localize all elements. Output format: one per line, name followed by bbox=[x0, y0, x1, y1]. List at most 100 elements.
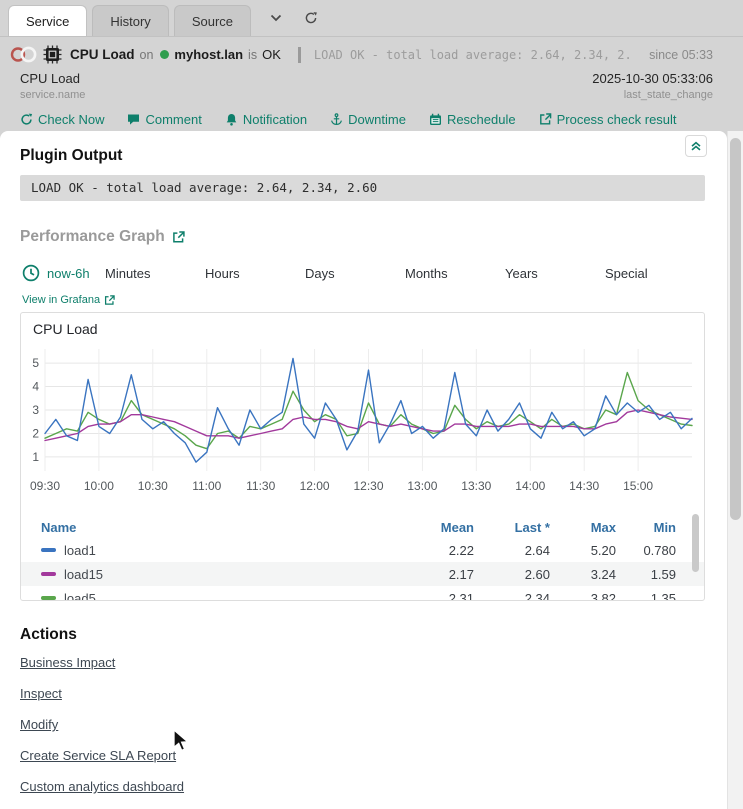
since-label: since 05:33 bbox=[649, 48, 713, 62]
action-toolbar: Check Now Comment Notification Downtime Resc… bbox=[0, 101, 743, 127]
host-name[interactable]: myhost.lan bbox=[174, 47, 243, 62]
timerange-menu-special[interactable]: Special bbox=[605, 266, 705, 281]
svg-text:10:30: 10:30 bbox=[138, 479, 168, 493]
inspect-link[interactable]: Inspect bbox=[20, 686, 62, 701]
cpu-load-chart[interactable]: 1234509:3010:0010:3011:0011:3012:0012:30… bbox=[21, 339, 704, 509]
svg-text:2: 2 bbox=[32, 427, 39, 441]
tabs: ServiceHistorySource bbox=[8, 5, 256, 36]
series-color-swatch bbox=[41, 548, 56, 552]
svg-text:5: 5 bbox=[32, 356, 39, 370]
legend-header-row: NameMeanLast *MaxMin bbox=[21, 516, 704, 538]
bell-icon bbox=[225, 113, 238, 126]
timerange-picker[interactable]: now-6h bbox=[22, 264, 105, 282]
legend-header-last[interactable]: Last * bbox=[474, 520, 550, 535]
tab-service[interactable]: Service bbox=[8, 5, 87, 36]
view-in-grafana-link[interactable]: View in Grafana bbox=[22, 294, 727, 306]
svg-text:13:30: 13:30 bbox=[461, 479, 491, 493]
anchor-icon bbox=[330, 113, 343, 126]
state-rings-icon[interactable] bbox=[10, 45, 38, 64]
custom-analytics-dashboard-link[interactable]: Custom analytics dashboard bbox=[20, 779, 184, 794]
legend-header-min[interactable]: Min bbox=[616, 520, 676, 535]
legend-scrollbar-thumb[interactable] bbox=[692, 514, 699, 572]
svg-text:15:00: 15:00 bbox=[623, 479, 653, 493]
series-name: load1 bbox=[64, 543, 96, 558]
series-color-swatch bbox=[41, 596, 56, 600]
timerange-menu-months[interactable]: Months bbox=[405, 266, 505, 281]
tab-source[interactable]: Source bbox=[174, 5, 251, 36]
process-check-result-action[interactable]: Process check result bbox=[539, 112, 677, 127]
last-state-change-label: last_state_change bbox=[592, 89, 713, 101]
cpu-load-graph-panel: CPU Load 1234509:3010:0010:3011:0011:301… bbox=[20, 312, 705, 601]
chevron-down-icon[interactable] bbox=[270, 14, 282, 22]
timerange-menu-hours[interactable]: Hours bbox=[205, 266, 305, 281]
service-status-row: CPU Load on myhost.lan is OK LOAD OK - t… bbox=[0, 37, 743, 64]
timerange-menu-years[interactable]: Years bbox=[505, 266, 605, 281]
clock-icon bbox=[22, 264, 40, 282]
timerange-menu-minutes[interactable]: Minutes bbox=[105, 266, 205, 281]
legend-row-load5[interactable]: load52.312.343.821.35 bbox=[21, 586, 704, 600]
action-label: Check Now bbox=[38, 112, 104, 127]
legend-header-max[interactable]: Max bbox=[550, 520, 616, 535]
series-last: 2.64 bbox=[474, 543, 550, 558]
tab-history[interactable]: History bbox=[92, 5, 168, 36]
timerange-menu-days[interactable]: Days bbox=[305, 266, 405, 281]
series-min: 1.35 bbox=[616, 591, 676, 601]
calendar-icon bbox=[429, 113, 442, 126]
timerange-value[interactable]: now-6h bbox=[47, 266, 90, 281]
svg-text:11:00: 11:00 bbox=[192, 479, 221, 493]
tab-bar: ServiceHistorySource bbox=[0, 0, 743, 37]
comment-icon bbox=[127, 113, 140, 126]
service-header: CPU Load on myhost.lan is OK LOAD OK - t… bbox=[0, 37, 743, 131]
meta-subtitle: service.name bbox=[20, 89, 85, 101]
state-text: OK bbox=[262, 47, 281, 62]
svg-text:14:00: 14:00 bbox=[515, 479, 545, 493]
series-mean: 2.22 bbox=[404, 543, 474, 558]
host-status-dot bbox=[160, 50, 169, 59]
external-link-icon[interactable] bbox=[172, 231, 185, 244]
business-impact-link[interactable]: Business Impact bbox=[20, 655, 115, 670]
page-scrollbar-track[interactable] bbox=[727, 131, 743, 809]
action-label: Reschedule bbox=[447, 112, 516, 127]
check-now-action[interactable]: Check Now bbox=[20, 112, 104, 127]
legend-row-load1[interactable]: load12.222.645.200.780 bbox=[21, 538, 704, 562]
graph-legend: NameMeanLast *MaxMinload12.222.645.200.7… bbox=[21, 516, 704, 600]
series-last: 2.60 bbox=[474, 567, 550, 582]
action-label: Downtime bbox=[348, 112, 406, 127]
reload-page-icon[interactable] bbox=[304, 11, 318, 25]
action-label: Process check result bbox=[557, 112, 677, 127]
svg-text:11:30: 11:30 bbox=[246, 479, 275, 493]
action-label: Notification bbox=[243, 112, 307, 127]
series-last: 2.34 bbox=[474, 591, 550, 601]
legend-header-name[interactable]: Name bbox=[41, 520, 404, 535]
collapse-panel-button[interactable] bbox=[685, 135, 707, 157]
modify-link[interactable]: Modify bbox=[20, 717, 58, 732]
series-max: 3.24 bbox=[550, 567, 616, 582]
page-scrollbar-thumb[interactable] bbox=[730, 138, 741, 520]
svg-text:3: 3 bbox=[32, 403, 39, 417]
plugin-output-inline: LOAD OK - total load average: 2.64, 2.34… bbox=[314, 48, 632, 62]
legend-scrollbar[interactable] bbox=[692, 514, 699, 594]
create-service-sla-report-link[interactable]: Create Service SLA Report bbox=[20, 748, 176, 763]
downtime-action[interactable]: Downtime bbox=[330, 112, 406, 127]
svg-text:12:30: 12:30 bbox=[353, 479, 383, 493]
notification-action[interactable]: Notification bbox=[225, 112, 307, 127]
svg-text:12:00: 12:00 bbox=[300, 479, 330, 493]
view-in-grafana-label: View in Grafana bbox=[22, 294, 100, 306]
svg-text:09:30: 09:30 bbox=[30, 479, 60, 493]
graph-title: CPU Load bbox=[33, 321, 704, 337]
service-name: CPU Load bbox=[70, 47, 135, 62]
series-min: 0.780 bbox=[616, 543, 676, 558]
legend-header-mean[interactable]: Mean bbox=[404, 520, 474, 535]
svg-text:14:30: 14:30 bbox=[569, 479, 599, 493]
performance-graph-heading: Performance Graph bbox=[20, 228, 727, 246]
legend-row-load15[interactable]: load152.172.603.241.59 bbox=[21, 562, 704, 586]
divider bbox=[298, 47, 301, 63]
meta-title: CPU Load bbox=[20, 71, 85, 86]
series-mean: 2.17 bbox=[404, 567, 474, 582]
comment-action[interactable]: Comment bbox=[127, 112, 201, 127]
svg-text:13:00: 13:00 bbox=[407, 479, 437, 493]
action-label: Comment bbox=[145, 112, 201, 127]
service-detail-panel: Plugin Output LOAD OK - total load avera… bbox=[0, 131, 727, 809]
reschedule-action[interactable]: Reschedule bbox=[429, 112, 516, 127]
svg-text:1: 1 bbox=[32, 450, 39, 464]
